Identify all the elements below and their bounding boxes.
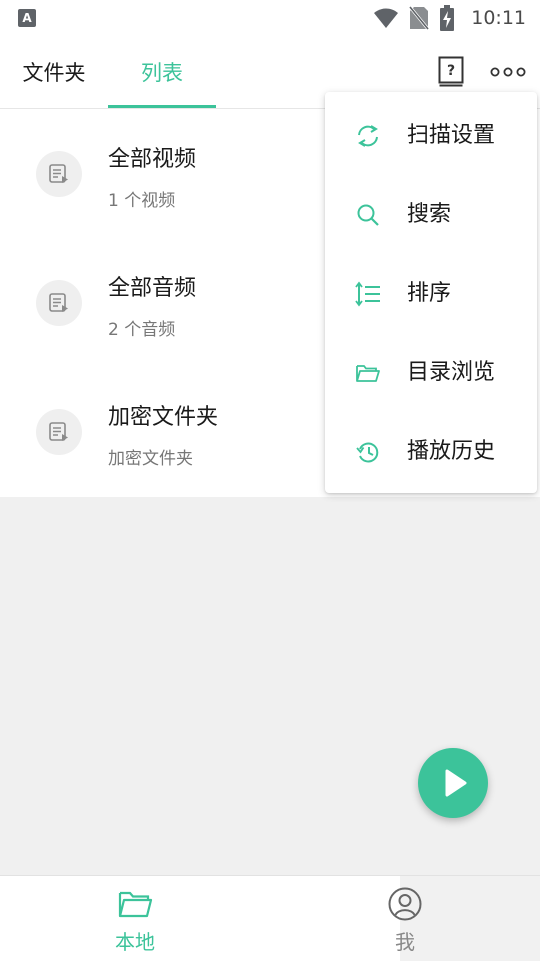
menu-item-label: 扫描设置 <box>407 123 496 148</box>
overflow-menu: 扫描设置 搜索 排序 目录浏览 播放历史 <box>325 92 537 493</box>
more-dots-icon[interactable] <box>490 64 526 80</box>
wifi-icon <box>374 8 399 28</box>
list-item-subtitle: 1 个视频 <box>108 191 176 211</box>
menu-item-label: 目录浏览 <box>407 360 496 385</box>
menu-item-sort[interactable]: 排序 <box>325 254 537 333</box>
battery-charging-icon <box>440 5 455 31</box>
list-item-title: 全部视频 <box>108 147 197 172</box>
nav-item-label: 本地 <box>115 930 155 954</box>
menu-item-label: 搜索 <box>407 202 452 227</box>
menu-item-play-history[interactable]: 播放历史 <box>325 412 537 491</box>
nav-item-local[interactable]: 本地 <box>0 876 270 961</box>
list-item-subtitle: 2 个音频 <box>108 320 176 340</box>
history-icon <box>356 442 379 463</box>
bottom-nav: 本地 我 <box>0 875 540 961</box>
play-fab-button[interactable] <box>418 748 488 818</box>
user-icon <box>388 887 422 921</box>
status-bar: A 10:11 <box>0 0 540 36</box>
folder-icon <box>118 891 153 918</box>
nav-item-label: 我 <box>395 930 415 954</box>
tab-folder[interactable]: 文件夹 <box>0 36 108 108</box>
help-book-icon[interactable]: ? <box>438 56 464 88</box>
nav-item-me[interactable]: 我 <box>270 876 540 961</box>
menu-item-directory-browse[interactable]: 目录浏览 <box>325 333 537 412</box>
tab-list[interactable]: 列表 <box>108 36 216 108</box>
sort-icon <box>355 281 380 307</box>
play-icon <box>445 769 467 797</box>
playlist-icon <box>36 151 82 197</box>
list-item-title: 加密文件夹 <box>108 405 219 430</box>
folder-open-icon <box>356 365 380 382</box>
menu-item-scan-settings[interactable]: 扫描设置 <box>325 96 537 175</box>
clock: 10:11 <box>471 7 526 29</box>
playlist-icon <box>36 280 82 326</box>
playlist-icon <box>36 409 82 455</box>
tab-indicator <box>108 105 216 108</box>
keyboard-a-icon: A <box>18 9 36 27</box>
status-icons: 10:11 <box>373 5 526 31</box>
scan-refresh-icon <box>358 125 378 147</box>
menu-item-search[interactable]: 搜索 <box>325 175 537 254</box>
menu-item-label: 播放历史 <box>407 439 496 464</box>
list-item-subtitle: 加密文件夹 <box>108 449 193 469</box>
no-sim-icon <box>409 6 430 30</box>
svg-text:?: ? <box>447 63 455 79</box>
menu-item-label: 排序 <box>407 281 452 306</box>
list-item-title: 全部音频 <box>108 276 197 301</box>
search-icon <box>357 204 379 226</box>
